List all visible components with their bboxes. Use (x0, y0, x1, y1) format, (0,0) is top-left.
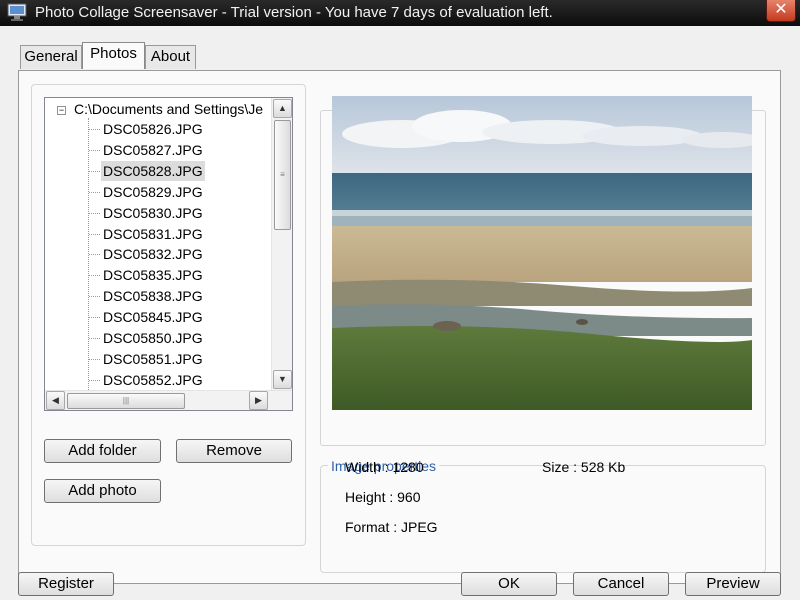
vertical-scrollbar[interactable]: ▲ ≡ ▼ (271, 98, 292, 392)
close-button[interactable]: ✕ (766, 0, 796, 22)
scroll-down-button[interactable]: ▼ (273, 370, 292, 389)
tree-connector (89, 379, 100, 381)
ok-button[interactable]: OK (461, 572, 557, 596)
tree-file-item[interactable]: DSC05835.JPG (101, 265, 205, 285)
tree-connector (89, 233, 100, 235)
photo-preview (332, 96, 752, 410)
tree-connector (89, 191, 100, 193)
tree-connector (88, 118, 89, 398)
window-title: Photo Collage Screensaver - Trial versio… (35, 4, 553, 21)
title-bar[interactable]: Photo Collage Screensaver - Trial versio… (0, 0, 800, 26)
tree-file-item[interactable]: DSC05827.JPG (101, 140, 205, 160)
tree-connector (89, 358, 100, 360)
tree-connector (89, 149, 100, 151)
tree-file-item[interactable]: DSC05845.JPG (101, 307, 205, 327)
remove-button[interactable]: Remove (176, 439, 292, 463)
scroll-left-button[interactable]: ◀ (46, 391, 65, 410)
prop-size: Size : 528 Kb (542, 459, 626, 475)
dialog-window: General Photos About Image properties Wi… (0, 26, 800, 600)
chevron-down-icon: ▼ (278, 374, 287, 384)
tree-connector (89, 296, 100, 298)
scroll-right-button[interactable]: ▶ (249, 391, 268, 410)
tree-connector (89, 129, 100, 130)
tab-photos[interactable]: Photos (82, 42, 145, 69)
tree-file-item[interactable]: DSC05851.JPG (101, 349, 205, 369)
tree-connector (89, 317, 100, 319)
close-icon: ✕ (774, 1, 788, 18)
tree-file-item[interactable]: DSC05826.JPG (101, 119, 205, 139)
tree-root-label: C:\Documents and Settings\Je (74, 101, 264, 117)
chevron-left-icon: ◀ (52, 395, 59, 405)
tab-about[interactable]: About (145, 45, 196, 69)
tree-connector (89, 275, 100, 277)
tree-file-item[interactable]: DSC05850.JPG (101, 328, 205, 348)
tree-file-item[interactable]: DSC05830.JPG (101, 203, 205, 223)
collapse-icon[interactable]: − (57, 106, 66, 115)
horizontal-scroll-thumb[interactable]: ||| (67, 393, 185, 409)
app-icon (7, 3, 27, 21)
chevron-right-icon: ▶ (255, 395, 262, 405)
cancel-button[interactable]: Cancel (573, 572, 669, 596)
tree-file-item[interactable]: DSC05832.JPG (101, 244, 205, 264)
photo-tree[interactable]: − C:\Documents and Settings\Je DSC05826.J… (44, 97, 293, 411)
horizontal-scrollbar[interactable]: ◀ ||| ▶ (45, 390, 292, 410)
preview-button[interactable]: Preview (685, 572, 781, 596)
tree-connector (89, 170, 100, 172)
prop-format: Format : JPEG (345, 519, 438, 535)
tree-connector (89, 338, 100, 339)
grip-icon: ≡ (280, 170, 285, 179)
beach-photo (332, 96, 752, 410)
tree-file-item[interactable]: DSC05828.JPG (101, 160, 205, 181)
grip-icon: ||| (122, 396, 130, 405)
tab-general[interactable]: General (20, 45, 82, 69)
chevron-up-icon: ▲ (278, 103, 287, 113)
prop-height: Height : 960 (345, 489, 421, 505)
tree-file-item[interactable]: DSC05831.JPG (101, 224, 205, 244)
register-button[interactable]: Register (18, 572, 114, 596)
tree-file-item[interactable]: DSC05838.JPG (101, 286, 205, 306)
scroll-up-button[interactable]: ▲ (273, 99, 292, 118)
prop-width: Width : 1280 (345, 459, 424, 475)
add-photo-button[interactable]: Add photo (44, 479, 161, 503)
add-folder-button[interactable]: Add folder (44, 439, 161, 463)
tree-file-item[interactable]: DSC05852.JPG (101, 370, 205, 390)
tree-connector (89, 254, 100, 256)
tree-connector (89, 212, 100, 214)
vertical-scroll-thumb[interactable]: ≡ (274, 120, 291, 230)
tree-root-folder[interactable]: − C:\Documents and Settings\Je (57, 101, 263, 117)
tree-file-item[interactable]: DSC05829.JPG (101, 182, 205, 202)
